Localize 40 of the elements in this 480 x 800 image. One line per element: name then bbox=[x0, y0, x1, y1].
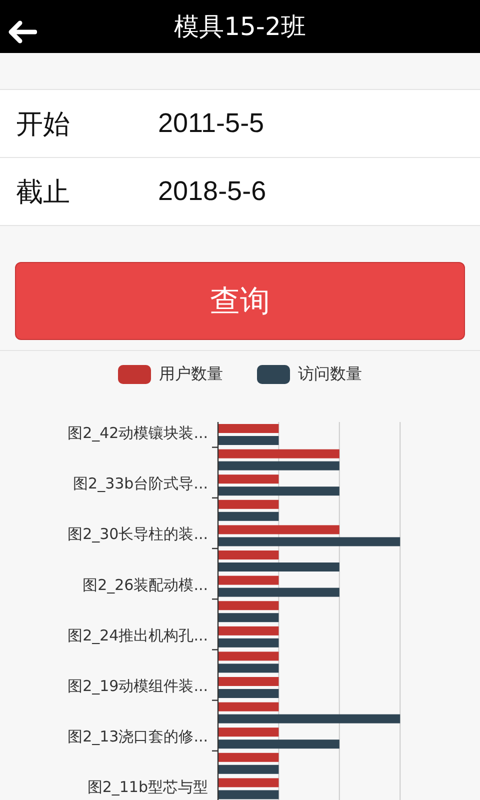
legend-label[interactable]: 用户数量 bbox=[159, 364, 223, 384]
page-title: 模具15-2班 bbox=[174, 11, 306, 43]
bar bbox=[218, 689, 279, 698]
date-field[interactable]: 2018-5-6 bbox=[158, 176, 266, 207]
bar bbox=[218, 638, 279, 648]
bar bbox=[218, 626, 279, 636]
category-label: 图2_30长导柱的装... bbox=[68, 525, 208, 544]
category-label: 图2_19动模组件装... bbox=[68, 677, 208, 695]
bar bbox=[218, 601, 279, 610]
query-button[interactable]: 查询 bbox=[15, 262, 465, 340]
category-label: 图2_24推出机构孔... bbox=[68, 626, 208, 644]
bar bbox=[218, 790, 279, 800]
bar bbox=[218, 752, 279, 762]
field-label: 截止 bbox=[16, 176, 71, 210]
bar bbox=[218, 576, 279, 585]
bar bbox=[218, 500, 279, 509]
bar bbox=[218, 613, 279, 622]
category-label: 图2_33b台阶式导... bbox=[73, 474, 208, 493]
bar bbox=[218, 652, 279, 661]
back-arrow-icon[interactable] bbox=[7, 20, 37, 44]
category-label: 图2_13浇口套的修... bbox=[68, 728, 208, 746]
bar bbox=[218, 664, 279, 673]
bar bbox=[218, 550, 279, 560]
bar bbox=[218, 764, 279, 774]
legend-swatch[interactable] bbox=[257, 364, 290, 384]
bar bbox=[218, 702, 279, 712]
bar bbox=[218, 436, 279, 445]
bar bbox=[218, 677, 279, 686]
bar bbox=[218, 778, 279, 788]
bar bbox=[218, 728, 279, 737]
legend-label[interactable]: 访问数量 bbox=[298, 364, 362, 384]
category-label: 图2_42动模镶块装... bbox=[68, 424, 208, 442]
bar bbox=[218, 424, 279, 433]
category-label: 图2_11b型芯与型 bbox=[87, 778, 208, 796]
legend-swatch[interactable] bbox=[118, 364, 151, 384]
field-label: 开始 bbox=[16, 108, 71, 142]
category-label: 图2_26装配动模... bbox=[82, 576, 208, 594]
bar bbox=[218, 474, 279, 484]
bar bbox=[218, 512, 279, 521]
date-field[interactable]: 2011-5-5 bbox=[158, 108, 264, 139]
